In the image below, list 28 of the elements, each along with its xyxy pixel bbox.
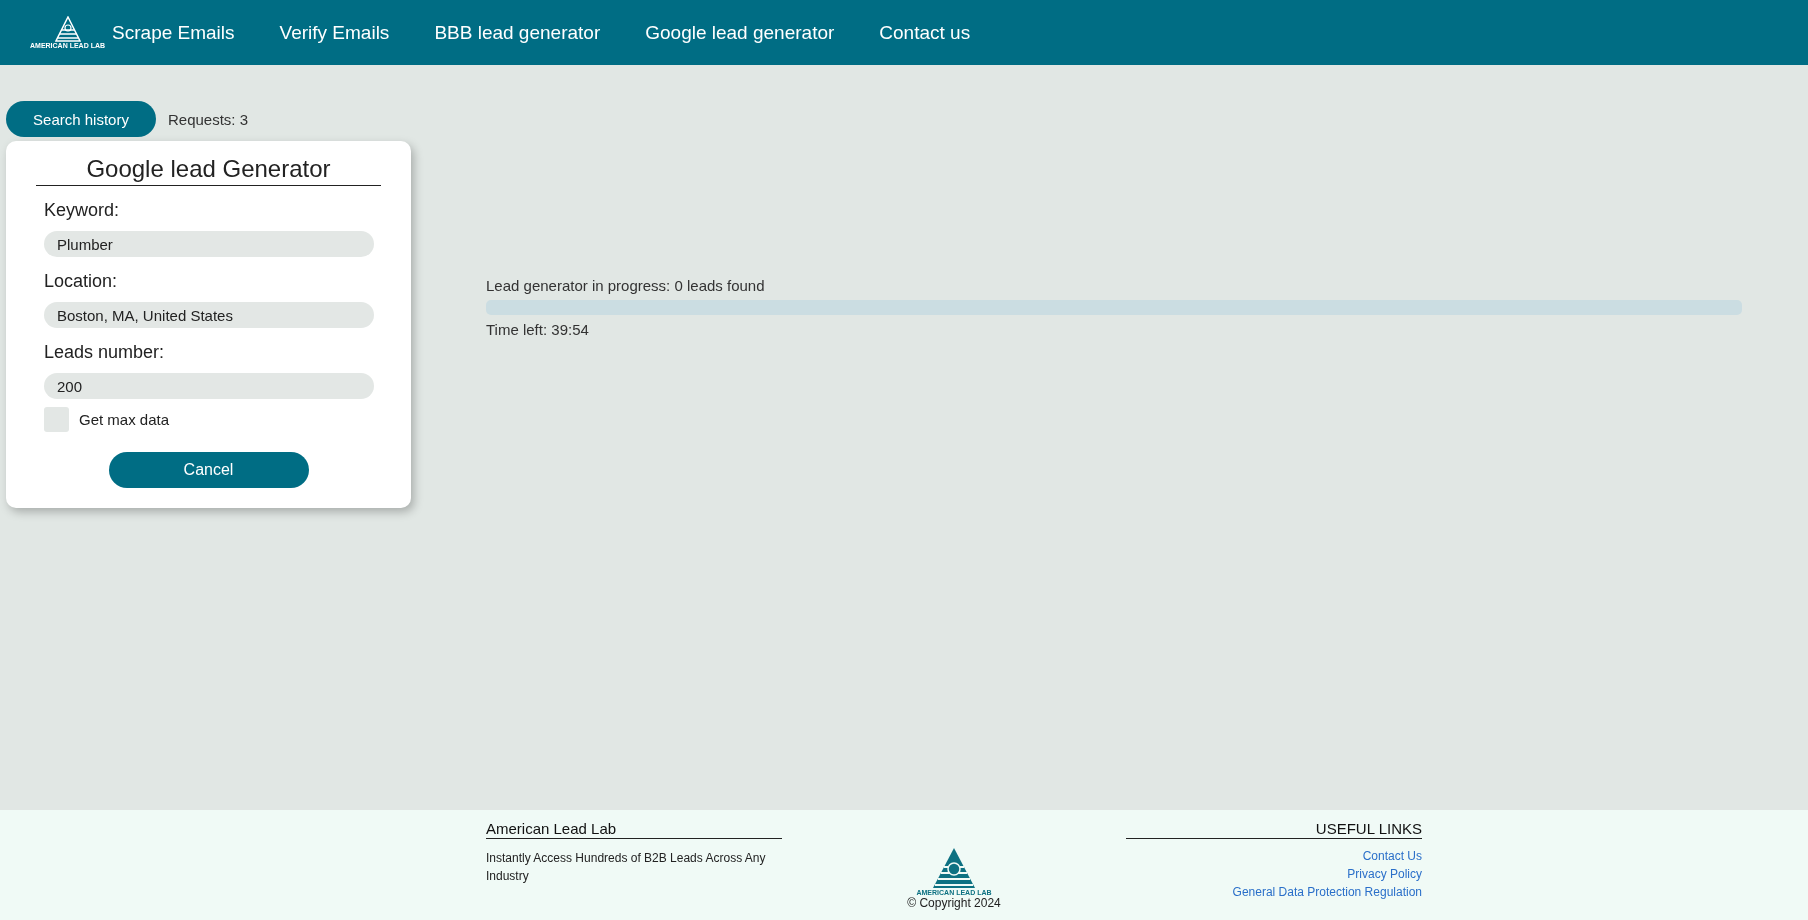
- footer-link[interactable]: Contact Us: [1362, 847, 1422, 865]
- field-label: Location:: [44, 271, 119, 292]
- nav-link[interactable]: Verify Emails: [279, 21, 390, 44]
- input-field[interactable]: 200: [44, 373, 374, 399]
- field-label: Leads number:: [44, 342, 166, 363]
- footer-link[interactable]: Privacy Policy: [1347, 865, 1422, 883]
- footer-description: Instantly Access Hundreds of B2B Leads Across Any Industry: [486, 850, 767, 885]
- checkbox-label: Get max data: [79, 411, 170, 428]
- progress-status: Lead generator in progress: 0 leads found: [486, 276, 766, 294]
- footer-link[interactable]: General Data Protection Regulation: [1232, 883, 1422, 901]
- search-history-button[interactable]: Search history: [6, 101, 156, 137]
- checkbox[interactable]: [44, 407, 69, 432]
- nav-link[interactable]: Contact us: [879, 21, 971, 44]
- form-title: Google lead Generator: [36, 155, 381, 186]
- input-field[interactable]: Plumber: [44, 231, 374, 257]
- copyright-text: © Copyright 2024: [907, 896, 1001, 910]
- nav-link[interactable]: Google lead generator: [645, 21, 835, 44]
- cancel-button[interactable]: Cancel: [108, 452, 309, 488]
- footer-heading: American Lead Lab: [486, 820, 782, 839]
- input-field[interactable]: Boston, MA, United States: [44, 302, 374, 328]
- field-label: Keyword:: [44, 200, 121, 221]
- nav-link[interactable]: BBB lead generator: [434, 21, 601, 44]
- footer-heading: USEFUL LINKS: [1126, 820, 1422, 839]
- pyramid-icon: [54, 16, 81, 42]
- requests-count: Requests: 3: [168, 110, 249, 128]
- time-left: Time left: 39:54: [486, 320, 590, 338]
- nav-link[interactable]: Scrape Emails: [112, 21, 235, 44]
- pyramid-icon: [932, 847, 976, 889]
